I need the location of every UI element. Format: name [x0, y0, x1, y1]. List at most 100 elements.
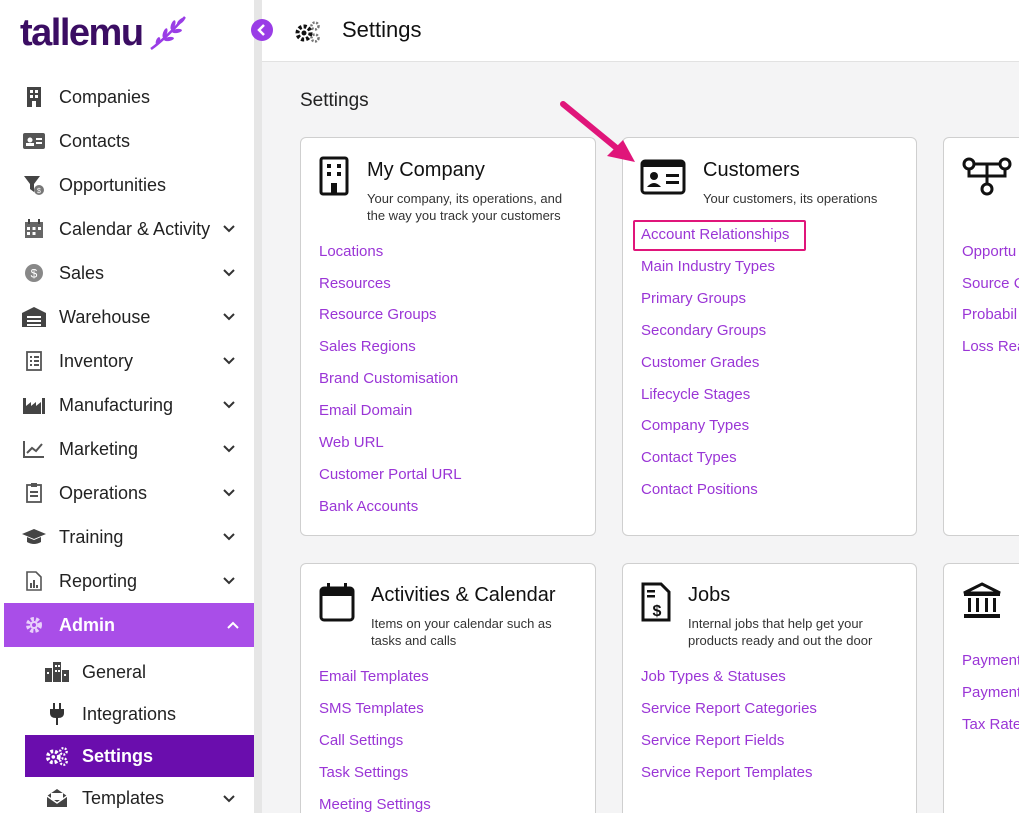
sidebar-item-label: Marketing — [59, 438, 139, 459]
sidebar-item-label: Inventory — [59, 350, 134, 371]
sidebar-item-sales[interactable]: $ Sales — [0, 251, 254, 295]
link-contact-positions[interactable]: Contact Positions — [641, 481, 758, 498]
clipboard-list-icon — [22, 349, 46, 373]
sidebar-item-reporting[interactable]: Reporting — [0, 559, 254, 603]
calendar-icon — [319, 583, 355, 622]
sidebar-subitem-integrations[interactable]: Integrations — [25, 693, 258, 735]
link-resources[interactable]: Resources — [319, 275, 391, 292]
chevron-down-icon — [223, 445, 235, 453]
sidebar-scrollbar[interactable] — [254, 0, 262, 813]
chevron-down-icon — [223, 401, 235, 409]
card-description: Items on your calendar such as — [371, 616, 552, 631]
card-description: Your company, its operations, and — [367, 191, 563, 206]
chevron-down-icon — [223, 313, 235, 321]
chevron-down-icon — [223, 577, 235, 585]
sidebar-item-training[interactable]: Training — [0, 515, 254, 559]
chevron-down-icon — [223, 489, 235, 497]
sidebar-item-calendar-activity[interactable]: Calendar & Activity — [0, 207, 254, 251]
card-payments: Payment Payment Tax Rate — [943, 563, 1019, 813]
sidebar-item-contacts[interactable]: Contacts — [0, 119, 254, 163]
link-meeting-settings[interactable]: Meeting Settings — [319, 796, 431, 813]
warehouse-icon — [22, 305, 46, 329]
card-description: Your customers, its operations — [703, 191, 878, 206]
gears-icon — [295, 21, 320, 43]
sidebar-item-companies[interactable]: Companies — [0, 75, 254, 119]
link-locations[interactable]: Locations — [319, 243, 383, 260]
link-lifecycle-stages[interactable]: Lifecycle Stages — [641, 386, 750, 403]
link-brand-customisation[interactable]: Brand Customisation — [319, 370, 458, 387]
chevron-down-icon — [223, 269, 235, 277]
sidebar-item-admin[interactable]: Admin — [4, 603, 258, 647]
link-task-settings[interactable]: Task Settings — [319, 764, 408, 781]
card-description: tasks and calls — [371, 633, 457, 648]
sidebar-item-warehouse[interactable]: Warehouse — [0, 295, 254, 339]
sidebar-item-label: Training — [59, 526, 124, 547]
link-account-relationships[interactable]: Account Relationships — [641, 226, 789, 243]
chevron-left-icon — [257, 24, 265, 36]
chevron-up-icon — [227, 621, 239, 629]
sidebar-item-label: Calendar & Activity — [59, 218, 211, 239]
sidebar-item-inventory[interactable]: Inventory — [0, 339, 254, 383]
sidebar-subitem-label: Templates — [82, 787, 165, 808]
sidebar-item-label: Operations — [59, 482, 148, 503]
link-probabilities[interactable]: Probabil — [962, 306, 1017, 323]
link-company-types[interactable]: Company Types — [641, 417, 749, 434]
factory-icon — [22, 393, 46, 417]
link-opportunities[interactable]: Opportu — [962, 243, 1016, 260]
link-tax-rates[interactable]: Tax Rate — [962, 716, 1019, 733]
sidebar-item-label: Reporting — [59, 570, 138, 591]
card-my-company: My Company Your company, its operations,… — [300, 137, 596, 536]
link-sales-regions[interactable]: Sales Regions — [319, 338, 416, 355]
sidebar-subitem-settings[interactable]: Settings — [25, 735, 258, 777]
envelope-open-icon — [45, 786, 69, 810]
sidebar: tallemu Companies Contacts $ Opportuniti… — [0, 0, 262, 813]
sidebar-nav: Companies Contacts $ Opportunities Calen… — [0, 75, 258, 813]
leaf-icon — [149, 16, 186, 51]
card-activities-calendar: Activities & Calendar Items on your cale… — [300, 563, 596, 813]
chevron-down-icon — [223, 533, 235, 541]
link-resource-groups[interactable]: Resource Groups — [319, 306, 437, 323]
link-primary-groups[interactable]: Primary Groups — [641, 290, 746, 307]
chart-line-icon — [22, 437, 46, 461]
link-call-settings[interactable]: Call Settings — [319, 732, 403, 749]
card-title: Jobs — [688, 584, 731, 606]
link-source-codes[interactable]: Source C — [962, 275, 1019, 292]
sidebar-item-manufacturing[interactable]: Manufacturing — [0, 383, 254, 427]
link-customer-grades[interactable]: Customer Grades — [641, 354, 759, 371]
link-contact-types[interactable]: Contact Types — [641, 449, 737, 466]
collapse-sidebar-button[interactable] — [251, 19, 273, 41]
sidebar-item-label: Companies — [59, 86, 151, 107]
link-bank-accounts[interactable]: Bank Accounts — [319, 498, 418, 515]
link-main-industry-types[interactable]: Main Industry Types — [641, 258, 775, 275]
link-secondary-groups[interactable]: Secondary Groups — [641, 322, 766, 339]
link-sms-templates[interactable]: SMS Templates — [319, 700, 424, 717]
link-email-templates[interactable]: Email Templates — [319, 668, 429, 685]
link-payment-1[interactable]: Payment — [962, 652, 1019, 669]
city-icon — [45, 660, 69, 684]
link-service-report-categories[interactable]: Service Report Categories — [641, 700, 817, 717]
card-opportunities: Opportu Source C Probabil Loss Rea — [943, 137, 1019, 536]
building-icon — [319, 156, 349, 196]
invoice-dollar-icon: $ — [641, 582, 671, 622]
link-job-types-statuses[interactable]: Job Types & Statuses — [641, 668, 786, 685]
page-title: Settings — [342, 17, 422, 42]
svg-text:$: $ — [37, 188, 41, 195]
sidebar-item-operations[interactable]: Operations — [0, 471, 254, 515]
sidebar-item-label: Manufacturing — [59, 394, 174, 415]
link-service-report-templates[interactable]: Service Report Templates — [641, 764, 812, 781]
card-title: Customers — [703, 159, 800, 181]
sidebar-item-opportunities[interactable]: $ Opportunities — [0, 163, 254, 207]
annotation-arrow-icon — [560, 101, 635, 162]
link-email-domain[interactable]: Email Domain — [319, 402, 412, 419]
sidebar-subitem-templates[interactable]: Templates — [25, 777, 258, 813]
card-description: products ready and out the door — [688, 633, 873, 648]
link-payment-2[interactable]: Payment — [962, 684, 1019, 701]
link-loss-reasons[interactable]: Loss Rea — [962, 338, 1019, 355]
sidebar-subitem-general[interactable]: General — [25, 651, 258, 693]
link-customer-portal-url[interactable]: Customer Portal URL — [319, 466, 462, 483]
sidebar-item-marketing[interactable]: Marketing — [0, 427, 254, 471]
link-web-url[interactable]: Web URL — [319, 434, 384, 451]
link-service-report-fields[interactable]: Service Report Fields — [641, 732, 784, 749]
logo[interactable]: tallemu — [20, 12, 189, 54]
card-title: Activities & Calendar — [371, 584, 556, 606]
